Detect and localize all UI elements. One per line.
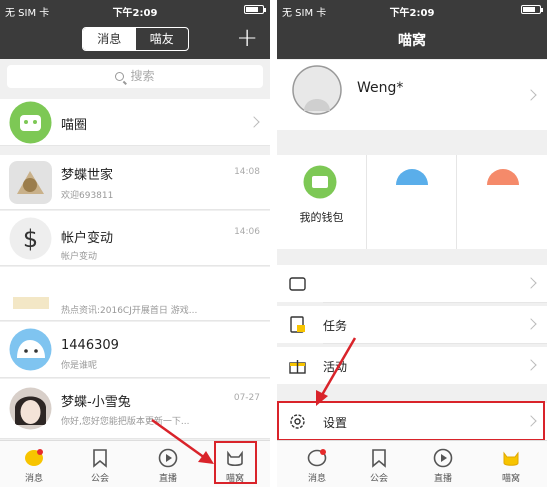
chat-time: 14:08 [234, 167, 260, 177]
nav-bar: 消息 喵友 + [0, 20, 270, 59]
menu-row-events[interactable]: 活动 [277, 347, 547, 384]
nav-bar: 喵窝 [277, 20, 547, 59]
chat-time: 14:06 [234, 227, 260, 237]
battery-icon [521, 5, 543, 14]
quick-actions: 我的钱包 [277, 155, 547, 249]
chevron-right-icon [525, 359, 537, 371]
highlight-box [277, 401, 545, 441]
search-icon [115, 72, 125, 81]
tab-friends[interactable]: 喵友 [136, 28, 189, 50]
segmented-control: 消息 喵友 [82, 27, 189, 51]
add-button[interactable]: + [236, 23, 258, 53]
chat-row[interactable]: 1446309 你是谁呢 [0, 322, 270, 378]
avatar [9, 387, 52, 430]
chat-message: 帐户变动 [61, 252, 98, 262]
chat-message: 你好,您好您能把版本更新一下... [61, 417, 190, 427]
bookmark-icon [93, 449, 107, 468]
camera-icon [289, 277, 306, 291]
tab-label: 消息 [24, 474, 43, 484]
clock: 下午2:09 [112, 8, 158, 19]
cat-button[interactable] [457, 155, 547, 249]
chat-name: 1446309 [61, 338, 119, 353]
cat-icon [503, 451, 519, 466]
tab-messages[interactable]: 消息 [83, 28, 136, 50]
chat-name: 梦蝶-小雪兔 [61, 395, 131, 410]
menu-label: 任务 [323, 319, 348, 333]
tab-label: 消息 [307, 474, 326, 484]
gift-icon [289, 360, 306, 374]
tab-bar: 消息 公会 直播 喵窝 [277, 440, 547, 487]
username: Weng* [357, 80, 404, 96]
tab-label: 直播 [433, 474, 452, 484]
play-icon [158, 448, 178, 468]
tab-live[interactable]: 直播 [138, 441, 198, 487]
chat-time: 07-27 [233, 393, 260, 403]
tab-nest[interactable]: 喵窝 [481, 441, 541, 487]
cat-circle-label: 喵圈 [61, 118, 88, 133]
chat-row[interactable]: 梦蝶世家 欢迎693811 14:08 [0, 155, 270, 210]
search-placeholder: 搜索 [130, 69, 155, 83]
chat-name: 帐户变动 [61, 231, 114, 246]
highlight-box [214, 441, 257, 484]
cat-icon [487, 169, 519, 185]
status-bar: 无 SIM 卡 下午2:09 [277, 0, 547, 20]
clock: 下午2:09 [389, 8, 435, 19]
message-icon [25, 449, 43, 466]
tab-label: 喵窝 [501, 474, 520, 484]
chat-row[interactable]: $ 帐户变动 帐户变动 14:06 [0, 211, 270, 266]
chevron-right-icon [525, 89, 537, 101]
chat-row[interactable]: 梦蝶-小雪兔 你好,您好您能把版本更新一下... 07-27 [0, 379, 270, 439]
cat-circle-row[interactable]: 喵圈 [0, 99, 270, 146]
wallet-button[interactable]: 我的钱包 [277, 155, 366, 249]
task-icon [290, 316, 305, 333]
chevron-right-icon [248, 116, 260, 128]
avatar [9, 161, 52, 204]
tab-messages[interactable]: 消息 [4, 441, 64, 487]
divider [323, 343, 547, 344]
battery-icon [244, 5, 266, 14]
status-bar: 无 SIM 卡 下午2:09 [0, 0, 270, 20]
cat-circle-icon [9, 101, 52, 144]
tab-label: 公会 [90, 474, 109, 484]
divider [323, 302, 547, 303]
chevron-right-icon [525, 318, 537, 330]
avatar [9, 273, 52, 316]
menu-row-tasks[interactable]: 任务 [277, 306, 547, 343]
cat-avatar [9, 328, 52, 371]
play-icon [433, 448, 453, 468]
chat-row[interactable]: 热点资讯:2016CJ开展首日 游戏... [0, 267, 270, 321]
message-icon [307, 449, 327, 467]
game-button[interactable] [367, 155, 456, 249]
menu-row[interactable] [277, 265, 547, 302]
chat-name: 梦蝶世家 [61, 168, 114, 183]
tab-messages[interactable]: 消息 [287, 441, 347, 487]
chat-message: 欢迎693811 [61, 191, 114, 201]
menu-label: 活动 [323, 360, 348, 374]
tab-guild[interactable]: 公会 [70, 441, 130, 487]
gamepad-icon [396, 169, 428, 185]
messages-screen: 无 SIM 卡 下午2:09 消息 喵友 + 搜索 喵圈 梦蝶世家 欢迎6938… [0, 0, 270, 487]
avatar [292, 65, 342, 115]
profile-row[interactable]: Weng* [277, 60, 547, 130]
search-input[interactable]: 搜索 [7, 65, 263, 88]
tab-live[interactable]: 直播 [413, 441, 473, 487]
tab-label: 公会 [369, 474, 388, 484]
chat-message: 热点资讯:2016CJ开展首日 游戏... [61, 306, 198, 316]
svg-text:$: $ [23, 225, 38, 253]
wallet-label: 我的钱包 [299, 211, 344, 224]
wallet-icon [303, 165, 337, 199]
tab-guild[interactable]: 公会 [349, 441, 409, 487]
nest-screen: 无 SIM 卡 下午2:09 喵窝 Weng* 我的钱包 任务 活动 设置 消息… [277, 0, 547, 487]
bookmark-icon [372, 449, 386, 468]
chevron-right-icon [525, 277, 537, 289]
chat-message: 你是谁呢 [61, 361, 98, 371]
tab-label: 直播 [158, 474, 177, 484]
page-title: 喵窝 [398, 33, 426, 49]
dollar-icon: $ [9, 217, 52, 260]
